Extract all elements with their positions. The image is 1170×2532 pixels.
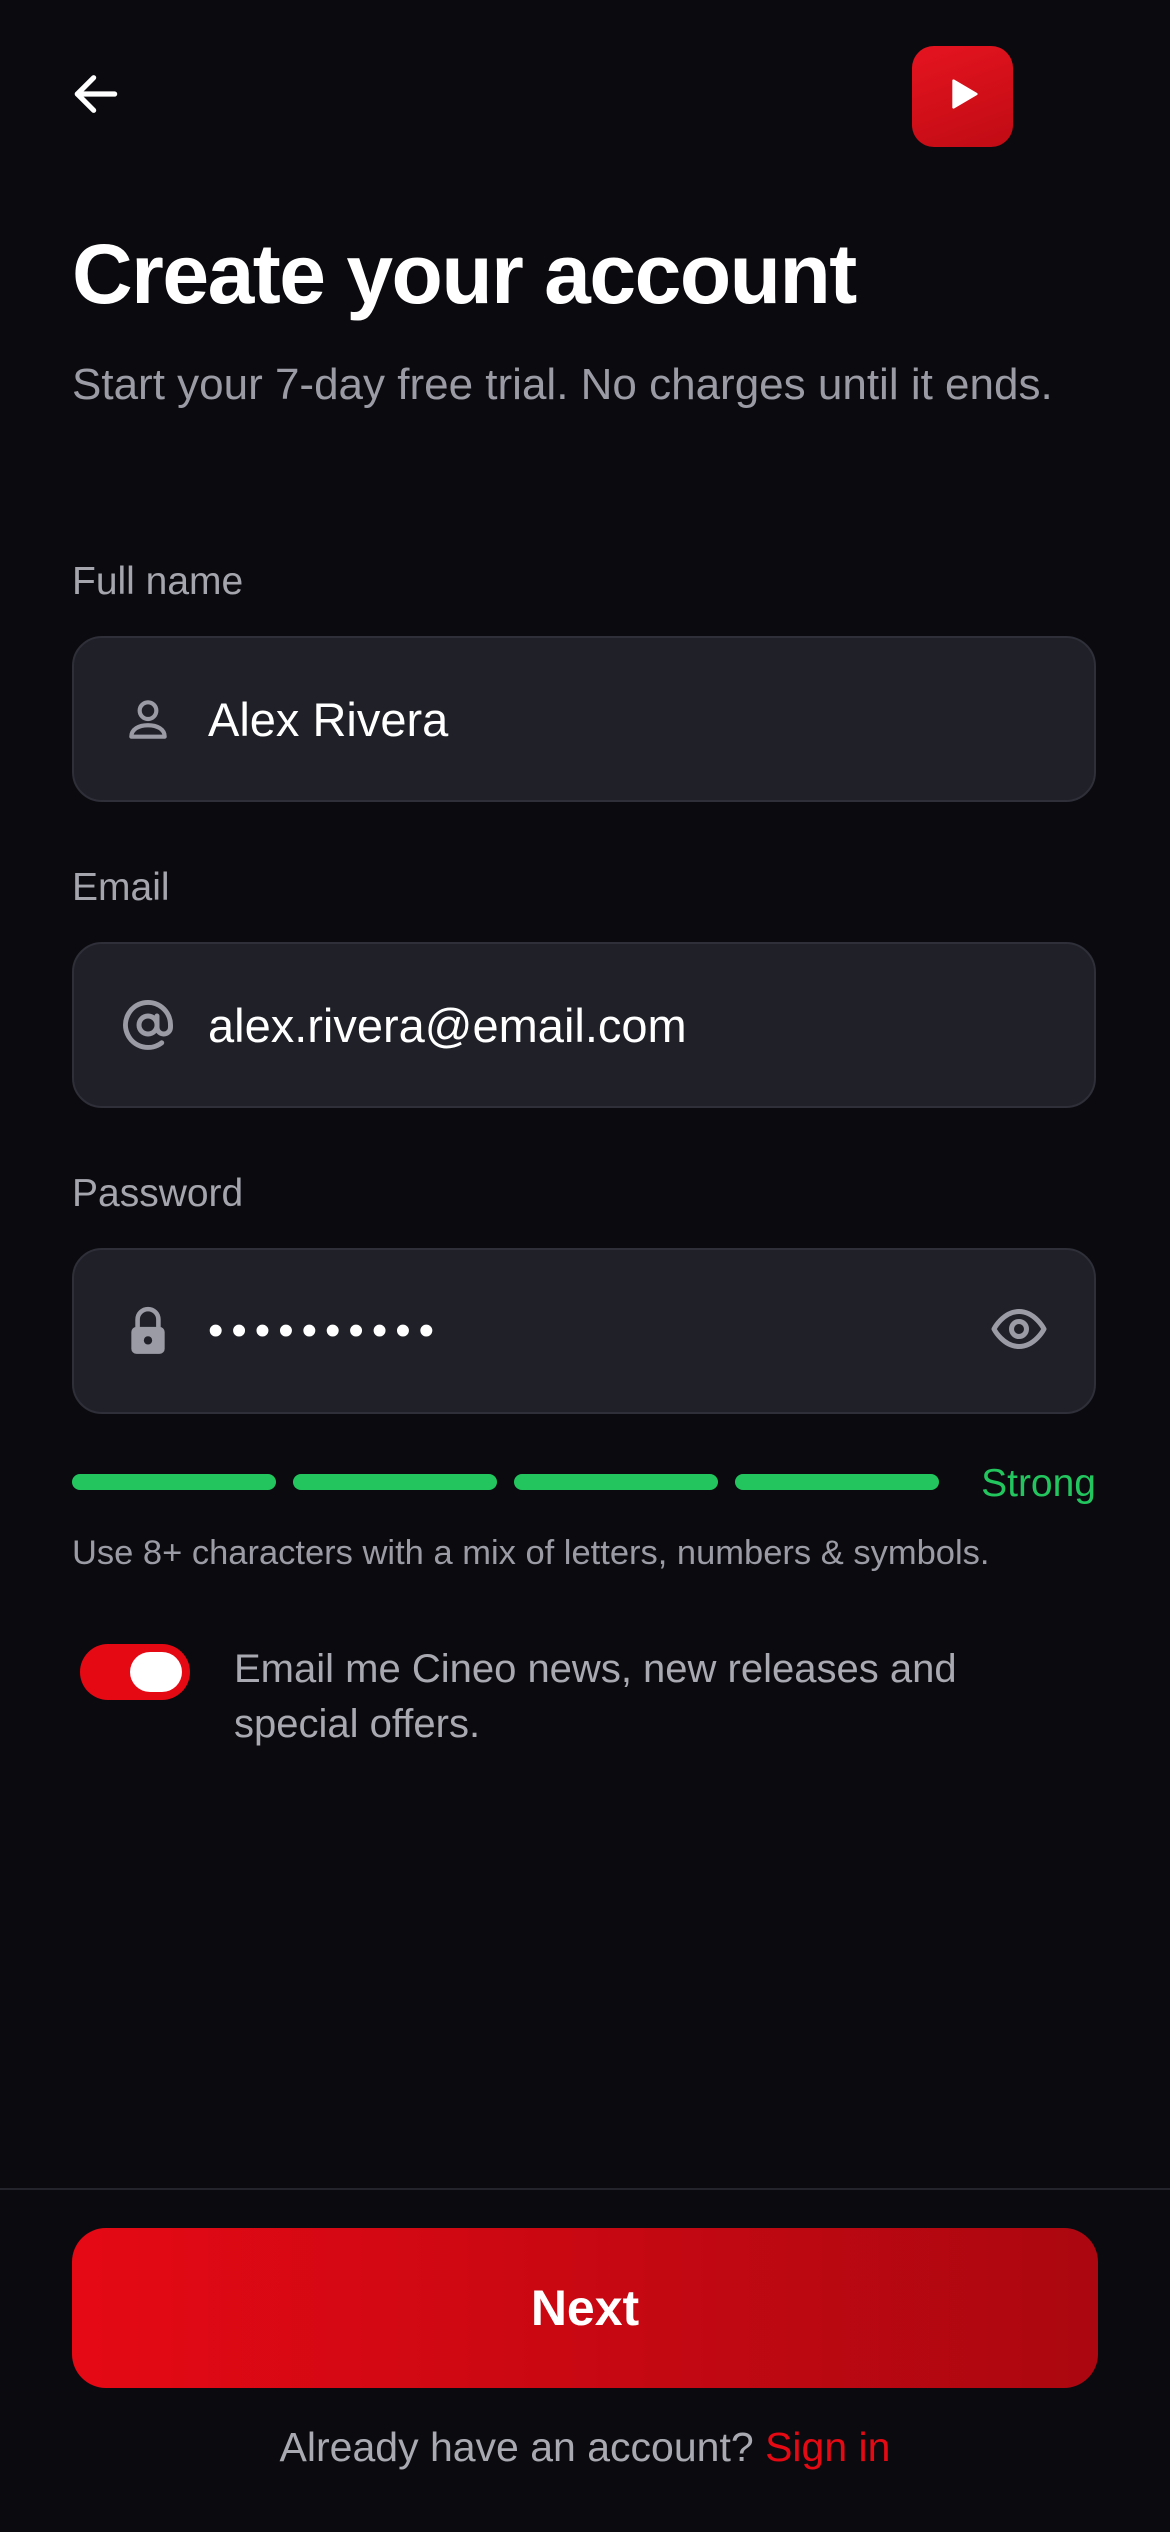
signin-link[interactable]: Sign in bbox=[765, 2424, 890, 2470]
signin-row: Already have an account? Sign in bbox=[0, 2424, 1170, 2471]
arrow-left-icon bbox=[68, 66, 124, 127]
strength-segment bbox=[735, 1474, 939, 1490]
page-title: Create your account bbox=[72, 227, 857, 321]
full-name-input[interactable] bbox=[208, 638, 1008, 800]
password-field[interactable]: •••••••••• bbox=[72, 1248, 1096, 1414]
email-input[interactable] bbox=[208, 944, 1008, 1106]
at-sign-icon bbox=[120, 997, 176, 1053]
user-icon bbox=[120, 691, 176, 747]
strength-segment bbox=[72, 1474, 276, 1490]
lock-icon bbox=[120, 1303, 176, 1359]
play-icon bbox=[944, 75, 982, 118]
strength-segment bbox=[293, 1474, 497, 1490]
password-strength-meter: Strong bbox=[72, 1462, 1096, 1505]
full-name-label: Full name bbox=[72, 560, 244, 603]
strength-segment bbox=[514, 1474, 718, 1490]
marketing-opt-in-label: Email me Cineo news, new releases and sp… bbox=[234, 1647, 957, 1746]
strength-label: Strong bbox=[981, 1462, 1096, 1505]
marketing-opt-in-toggle[interactable] bbox=[80, 1644, 190, 1700]
app-logo bbox=[912, 46, 1013, 147]
password-masked-value[interactable]: •••••••••• bbox=[208, 1306, 442, 1356]
next-button[interactable]: Next bbox=[72, 2228, 1098, 2388]
toggle-password-visibility-button[interactable] bbox=[984, 1296, 1054, 1366]
page-subtitle: Start your 7-day free trial. No charges … bbox=[72, 360, 1053, 409]
password-label: Password bbox=[72, 1172, 244, 1215]
password-hint: Use 8+ characters with a mix of letters,… bbox=[72, 1534, 990, 1572]
footer-divider bbox=[0, 2188, 1170, 2190]
eye-icon bbox=[989, 1299, 1049, 1364]
back-button[interactable] bbox=[58, 58, 134, 134]
signin-prompt: Already have an account? bbox=[279, 2424, 754, 2470]
full-name-field[interactable] bbox=[72, 636, 1096, 802]
top-bar bbox=[0, 0, 1170, 190]
email-label: Email bbox=[72, 866, 170, 909]
email-field[interactable] bbox=[72, 942, 1096, 1108]
toggle-knob bbox=[130, 1652, 182, 1692]
